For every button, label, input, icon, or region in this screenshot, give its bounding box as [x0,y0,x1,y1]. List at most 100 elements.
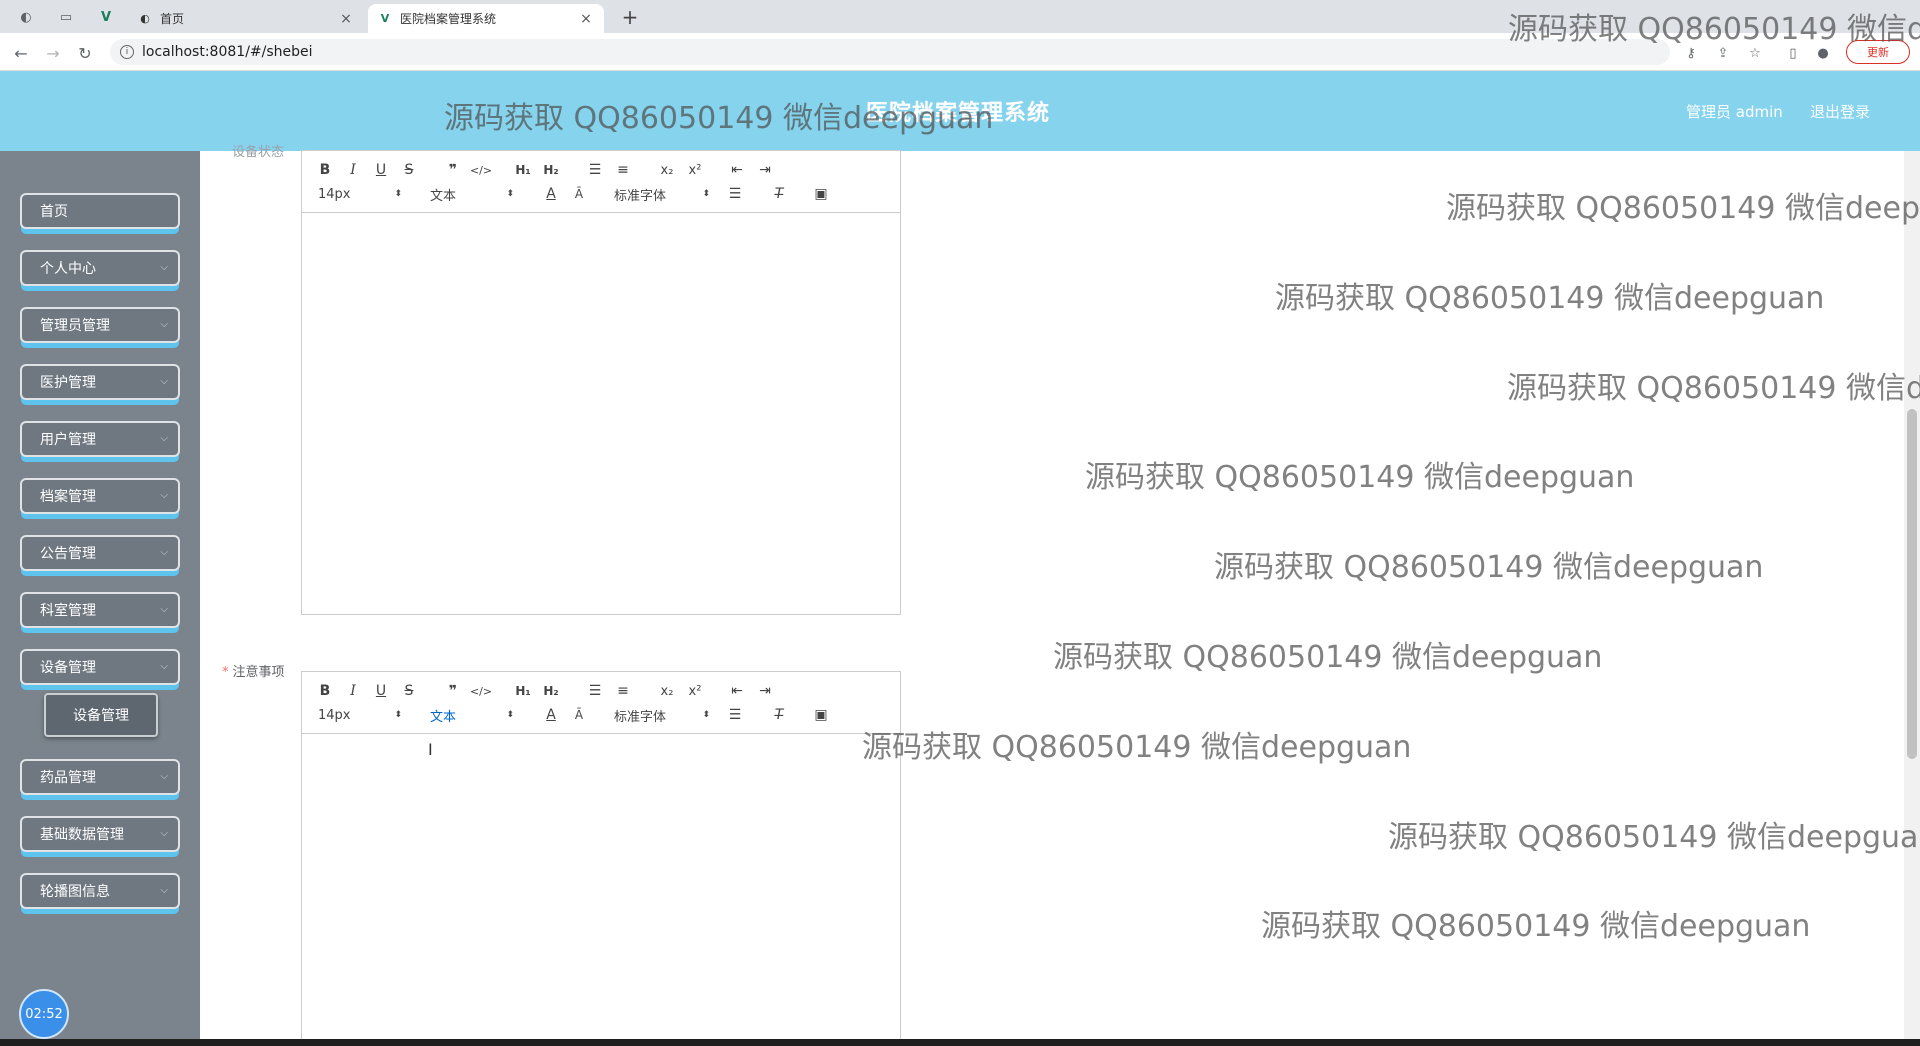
italic-icon[interactable]: I [342,681,364,701]
heading-2-icon[interactable]: H₂ [540,160,562,180]
align-icon[interactable]: ☰ [724,184,746,204]
sidebar-item-label: 公告管理 [40,546,96,562]
profile-icon[interactable]: ● [1814,44,1832,62]
close-icon[interactable]: × [338,11,354,27]
font-family-value: 标准字体 [614,188,667,204]
sidebar-item-medicine-management[interactable]: 药品管理 ⌵ [20,759,180,795]
sidebar-item-label: 药品管理 [40,770,96,786]
vue-logo-icon: V [380,12,390,25]
url-field[interactable]: i localhost:8081/#/shebei [110,39,1670,65]
font-color-icon[interactable]: A [540,184,562,204]
code-block-icon[interactable]: </> [470,681,492,701]
font-size-select[interactable]: 14px ⬍ [318,705,402,725]
tab-home[interactable]: ◐ 首页 × [128,4,364,33]
update-button[interactable]: 更新 [1846,40,1910,64]
sidebar-item-label: 档案管理 [40,489,96,505]
sidebar-item-personal-center[interactable]: 个人中心 ⌵ [20,250,180,286]
chevron-down-icon: ⌵ [160,661,168,672]
underline-icon[interactable]: U [370,160,392,180]
info-icon[interactable]: i [120,45,134,59]
sidebar-item-user-management[interactable]: 用户管理 ⌵ [20,421,180,457]
editor-content-area[interactable]: I [302,734,900,1046]
share-icon[interactable]: ⇪ [1714,44,1732,62]
scrollbar-thumb[interactable] [1907,409,1917,759]
blank-tab-icon[interactable]: ▭ [52,6,80,28]
sidebar-item-label: 管理员管理 [40,318,110,334]
image-icon[interactable]: ▣ [810,184,832,204]
blockquote-icon[interactable]: ❞ [442,681,464,701]
code-block-icon[interactable]: </> [470,160,492,180]
indent-icon[interactable]: ⇥ [754,681,776,701]
text-cursor-icon: I [428,740,433,759]
font-family-value: 标准字体 [614,709,667,725]
back-arrow-icon[interactable]: ← [10,42,32,64]
font-family-select[interactable]: 标准字体 ⬍ [614,705,710,725]
italic-icon[interactable]: I [342,160,364,180]
strikethrough-icon[interactable]: S [398,160,420,180]
editor-toolbar: B I U S ❞ </> H₁ H₂ ☰ ≡ x₂ x² ⇤ ⇥ 14px ⬍ … [302,672,900,734]
indent-icon[interactable]: ⇥ [754,160,776,180]
sidebar-item-carousel-info[interactable]: 轮播图信息 ⌵ [20,873,180,909]
bold-icon[interactable]: B [314,681,336,701]
page-scrollbar[interactable] [1904,151,1920,1039]
tab-hospital-system[interactable]: V 医院档案管理系统 × [368,4,604,33]
font-family-select[interactable]: 标准字体 ⬍ [614,184,710,204]
close-icon[interactable]: × [578,11,594,27]
subscript-icon[interactable]: x₂ [656,681,678,701]
sidebar-item-admin-management[interactable]: 管理员管理 ⌵ [20,307,180,343]
browser-tab-bar: ◐ ▭ V ◐ 首页 × V 医院档案管理系统 × + [0,0,1920,33]
background-color-icon[interactable]: Ā [568,705,590,725]
strikethrough-icon[interactable]: S [398,681,420,701]
key-icon[interactable]: ⚷ [1682,44,1700,62]
new-tab-button[interactable]: + [616,4,644,30]
outdent-icon[interactable]: ⇤ [726,681,748,701]
chevron-down-icon: ⌵ [160,376,168,387]
globe-icon[interactable]: ◐ [12,6,40,28]
image-icon[interactable]: ▣ [810,705,832,725]
text-style-select[interactable]: 文本 ⬍ [430,705,514,725]
select-arrows-icon: ⬍ [702,710,710,720]
superscript-icon[interactable]: x² [684,160,706,180]
sidebar-item-department-management[interactable]: 科室管理 ⌵ [20,592,180,628]
outdent-icon[interactable]: ⇤ [726,160,748,180]
text-style-value: 文本 [430,709,457,725]
align-icon[interactable]: ☰ [724,705,746,725]
clear-format-icon[interactable]: T̶ [768,705,790,725]
ordered-list-icon[interactable]: ☰ [584,681,606,701]
font-size-select[interactable]: 14px ⬍ [318,184,402,204]
bullet-list-icon[interactable]: ≡ [612,160,634,180]
sidebar-item-medical-staff[interactable]: 医护管理 ⌵ [20,364,180,400]
heading-1-icon[interactable]: H₁ [512,681,534,701]
sidebar-item-basic-data-management[interactable]: 基础数据管理 ⌵ [20,816,180,852]
logout-button[interactable]: 退出登录 [1810,101,1870,122]
sidebar-item-notice-management[interactable]: 公告管理 ⌵ [20,535,180,571]
forward-arrow-icon[interactable]: → [42,42,64,64]
vue-tab-icon[interactable]: V [92,6,120,28]
clear-format-icon[interactable]: T̶ [768,184,790,204]
ordered-list-icon[interactable]: ☰ [584,160,606,180]
rich-text-editor-notes: B I U S ❞ </> H₁ H₂ ☰ ≡ x₂ x² ⇤ ⇥ 14px ⬍ … [301,671,901,1046]
form-content: 设备状态 B I U S ❞ </> H₁ H₂ ☰ ≡ x₂ x² ⇤ ⇥ 1… [200,145,1920,1046]
sidebar-item-home[interactable]: 首页 [20,193,180,229]
star-icon[interactable]: ☆ [1746,44,1764,62]
heading-2-icon[interactable]: H₂ [540,681,562,701]
underline-icon[interactable]: U [370,681,392,701]
bullet-list-icon[interactable]: ≡ [612,681,634,701]
heading-1-icon[interactable]: H₁ [512,160,534,180]
background-color-icon[interactable]: Ā [568,184,590,204]
sidebar-item-equipment-management[interactable]: 设备管理 ⌵ [20,649,180,685]
field-label-notes: * 注意事项 [222,661,285,680]
submenu-equipment-management[interactable]: 设备管理 [44,693,158,737]
text-style-select[interactable]: 文本 ⬍ [430,184,514,204]
blockquote-icon[interactable]: ❞ [442,160,464,180]
bold-icon[interactable]: B [314,160,336,180]
reload-icon[interactable]: ↻ [74,42,96,64]
editor-content-area[interactable] [302,213,900,613]
subscript-icon[interactable]: x₂ [656,160,678,180]
sidebar-item-label: 个人中心 [40,261,96,277]
sidebar-item-archive-management[interactable]: 档案管理 ⌵ [20,478,180,514]
side-panel-icon[interactable]: ▯ [1784,44,1802,62]
font-color-icon[interactable]: A [540,705,562,725]
superscript-icon[interactable]: x² [684,681,706,701]
select-arrows-icon: ⬍ [506,710,514,720]
